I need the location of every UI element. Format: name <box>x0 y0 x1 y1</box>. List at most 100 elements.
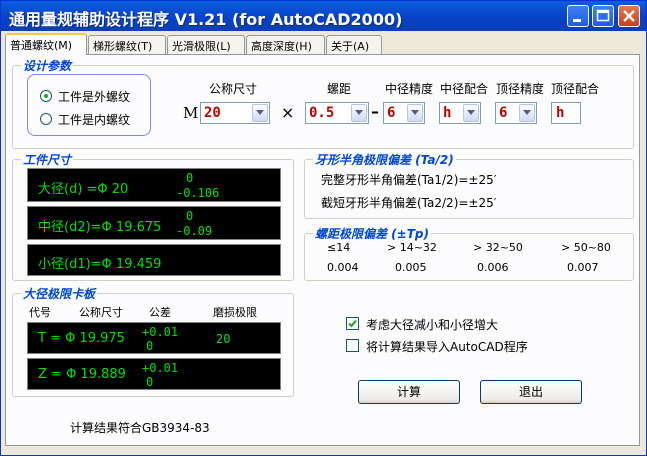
gauge-header-tolerance: 公差 <box>149 306 171 319</box>
gauge-t-wear: 20 <box>216 332 231 346</box>
pitch-dev-value-4: 0.007 <box>567 261 599 274</box>
workpiece-group: 工件尺寸 大径(d) =Φ 20 0 -0.106 中径(d2)=Φ 19.67… <box>12 151 294 281</box>
close-icon <box>623 10 635 22</box>
minimize-icon <box>573 19 581 22</box>
design-params-title: 设计参数 <box>21 57 74 74</box>
pitch-value: 0.5 <box>309 105 335 121</box>
nominal-size-combo[interactable]: 20 <box>200 102 270 124</box>
exit-button[interactable]: 退出 <box>480 380 582 404</box>
crest-fit-header: 顶径配合 <box>551 82 600 96</box>
minimize-button[interactable] <box>567 5 589 27</box>
pitch-header: 螺距 <box>327 82 352 96</box>
pitch-dev-header-3: > 32~50 <box>473 241 523 254</box>
gauge-header-wear: 磨损极限 <box>213 306 257 319</box>
half-angle-line2: 截短牙形半角偏差(Ta2/2)=±25′ <box>321 196 497 210</box>
major-upper-dev: 0 <box>186 171 194 185</box>
pitch-deviation-title: 螺距极限偏差 (±Tp) <box>313 225 431 242</box>
tab-ordinary-thread[interactable]: 普通螺纹(M) <box>5 33 87 55</box>
maximize-icon <box>596 9 610 22</box>
gauge-t-label: T = Φ 19.975 <box>38 331 125 346</box>
gauge-header-code: 代号 <box>29 306 51 319</box>
gauge-z-display: Z = Φ 19.889 +0.01 0 <box>27 358 281 390</box>
checkbox-consider-diameter[interactable] <box>346 317 359 330</box>
pitch-fit-combo[interactable]: h <box>439 102 481 124</box>
status-text: 计算结果符合GB3934-83 <box>70 421 210 435</box>
tab-smooth-limit[interactable]: 光滑极限(L) <box>167 35 245 54</box>
major-diameter-display: 大径(d) =Φ 20 0 -0.106 <box>27 168 281 202</box>
radio-external-thread[interactable] <box>40 90 52 102</box>
gauge-title: 大径极限卡板 <box>21 285 98 302</box>
crest-precision-header: 顶径精度 <box>496 82 545 96</box>
checkbox-consider-diameter-label[interactable]: 考虑大径减小和小径增大 <box>366 316 498 333</box>
pitch-dev-header-2: > 14~32 <box>387 241 437 254</box>
major-lower-dev: -0.106 <box>176 186 220 200</box>
m-prefix: M <box>183 104 199 122</box>
nominal-size-header: 公称尺寸 <box>209 82 258 96</box>
gauge-z-label: Z = Φ 19.889 <box>38 367 126 382</box>
radio-internal-thread[interactable] <box>40 113 52 125</box>
half-angle-line1: 完整牙形半角偏差(Ta1/2)=±25′ <box>321 173 497 187</box>
tab-trapezoidal-thread[interactable]: 梯形螺纹(T) <box>88 35 166 54</box>
pitch-upper-dev: 0 <box>186 209 194 223</box>
crest-precision-dropdown[interactable] <box>519 104 535 122</box>
chevron-down-icon <box>411 110 419 115</box>
checkbox-export-autocad[interactable] <box>346 339 359 352</box>
crest-precision-combo[interactable]: 6 <box>495 102 537 124</box>
tab-panel: 设计参数 工件是外螺纹 工件是内螺纹 公称尺寸 螺距 中径精度 中径配合 顶径精… <box>5 54 640 446</box>
chevron-down-icon <box>523 110 531 115</box>
crest-fit-value: h <box>556 105 565 121</box>
half-angle-title: 牙形半角极限偏差 (Ta/2) <box>313 151 456 168</box>
tab-about[interactable]: 关于(A) <box>326 35 382 54</box>
app-window: 通用量规辅助设计程序 V1.21 (for AutoCAD2000) 普通螺纹(… <box>0 0 647 456</box>
pitch-fit-dropdown[interactable] <box>463 104 479 122</box>
calculate-button[interactable]: 计算 <box>358 380 460 404</box>
gauge-z-upper: +0.01 <box>142 361 179 375</box>
pitch-dev-value-1: 0.004 <box>327 261 359 274</box>
pitch-deviation-group: 螺距极限偏差 (±Tp) ≤14 > 14~32 > 32~50 > 50~80… <box>304 225 634 281</box>
minor-diameter-display: 小径(d1)=Φ 19.459 <box>27 244 281 276</box>
close-button[interactable] <box>618 5 640 27</box>
chevron-down-icon <box>256 110 264 115</box>
chevron-down-icon <box>355 110 363 115</box>
gauge-t-display: T = Φ 19.975 +0.01 0 20 <box>27 322 281 354</box>
gauge-t-upper: +0.01 <box>142 325 179 339</box>
thread-type-box: 工件是外螺纹 工件是内螺纹 <box>27 74 151 136</box>
gauge-t-lower: 0 <box>146 339 154 353</box>
nominal-size-value: 20 <box>204 105 221 121</box>
pitch-dropdown[interactable] <box>351 104 367 122</box>
gauge-group: 大径极限卡板 代号 公称尺寸 公差 磨损极限 T = Φ 19.975 +0.0… <box>12 285 294 397</box>
pitch-dev-value-3: 0.006 <box>477 261 509 274</box>
pitch-dev-value-2: 0.005 <box>395 261 427 274</box>
chevron-down-icon <box>467 110 475 115</box>
pitch-combo[interactable]: 0.5 <box>305 102 369 124</box>
pitch-precision-combo[interactable]: 6 <box>383 102 425 124</box>
maximize-button[interactable] <box>592 5 614 27</box>
radio-internal-label[interactable]: 工件是内螺纹 <box>58 111 130 128</box>
pitch-dev-header-4: > 50~80 <box>561 241 611 254</box>
workpiece-title: 工件尺寸 <box>21 151 74 168</box>
tab-height-depth[interactable]: 高度深度(H) <box>246 35 325 54</box>
pitch-diameter-label: 中径(d2)=Φ 19.675 <box>38 220 162 235</box>
pitch-precision-dropdown[interactable] <box>407 104 423 122</box>
minor-diameter-label: 小径(d1)=Φ 19.459 <box>38 257 162 272</box>
check-icon <box>348 319 357 328</box>
design-params-group: 设计参数 工件是外螺纹 工件是内螺纹 公称尺寸 螺距 中径精度 中径配合 顶径精… <box>12 57 634 149</box>
half-angle-group: 牙形半角极限偏差 (Ta/2) 完整牙形半角偏差(Ta1/2)=±25′ 截短牙… <box>304 151 634 219</box>
crest-precision-value: 6 <box>499 105 508 121</box>
major-diameter-label: 大径(d) =Φ 20 <box>38 182 129 197</box>
pitch-precision-header: 中径精度 <box>385 82 434 96</box>
gauge-z-lower: 0 <box>146 375 154 389</box>
checkbox-export-autocad-label[interactable]: 将计算结果导入AutoCAD程序 <box>366 338 528 355</box>
title-bar[interactable]: 通用量规辅助设计程序 V1.21 (for AutoCAD2000) <box>1 1 646 31</box>
pitch-dev-header-1: ≤14 <box>327 241 351 254</box>
gauge-header-nominal: 公称尺寸 <box>79 306 123 319</box>
dash-sign: – <box>371 102 379 121</box>
radio-external-label[interactable]: 工件是外螺纹 <box>58 88 130 105</box>
pitch-fit-value: h <box>443 105 452 121</box>
pitch-fit-header: 中径配合 <box>440 82 489 96</box>
pitch-lower-dev: -0.09 <box>176 224 213 238</box>
nominal-size-dropdown[interactable] <box>252 104 268 122</box>
pitch-diameter-display: 中径(d2)=Φ 19.675 0 -0.09 <box>27 206 281 240</box>
crest-fit-input[interactable]: h <box>551 102 581 124</box>
pitch-precision-value: 6 <box>387 105 396 121</box>
